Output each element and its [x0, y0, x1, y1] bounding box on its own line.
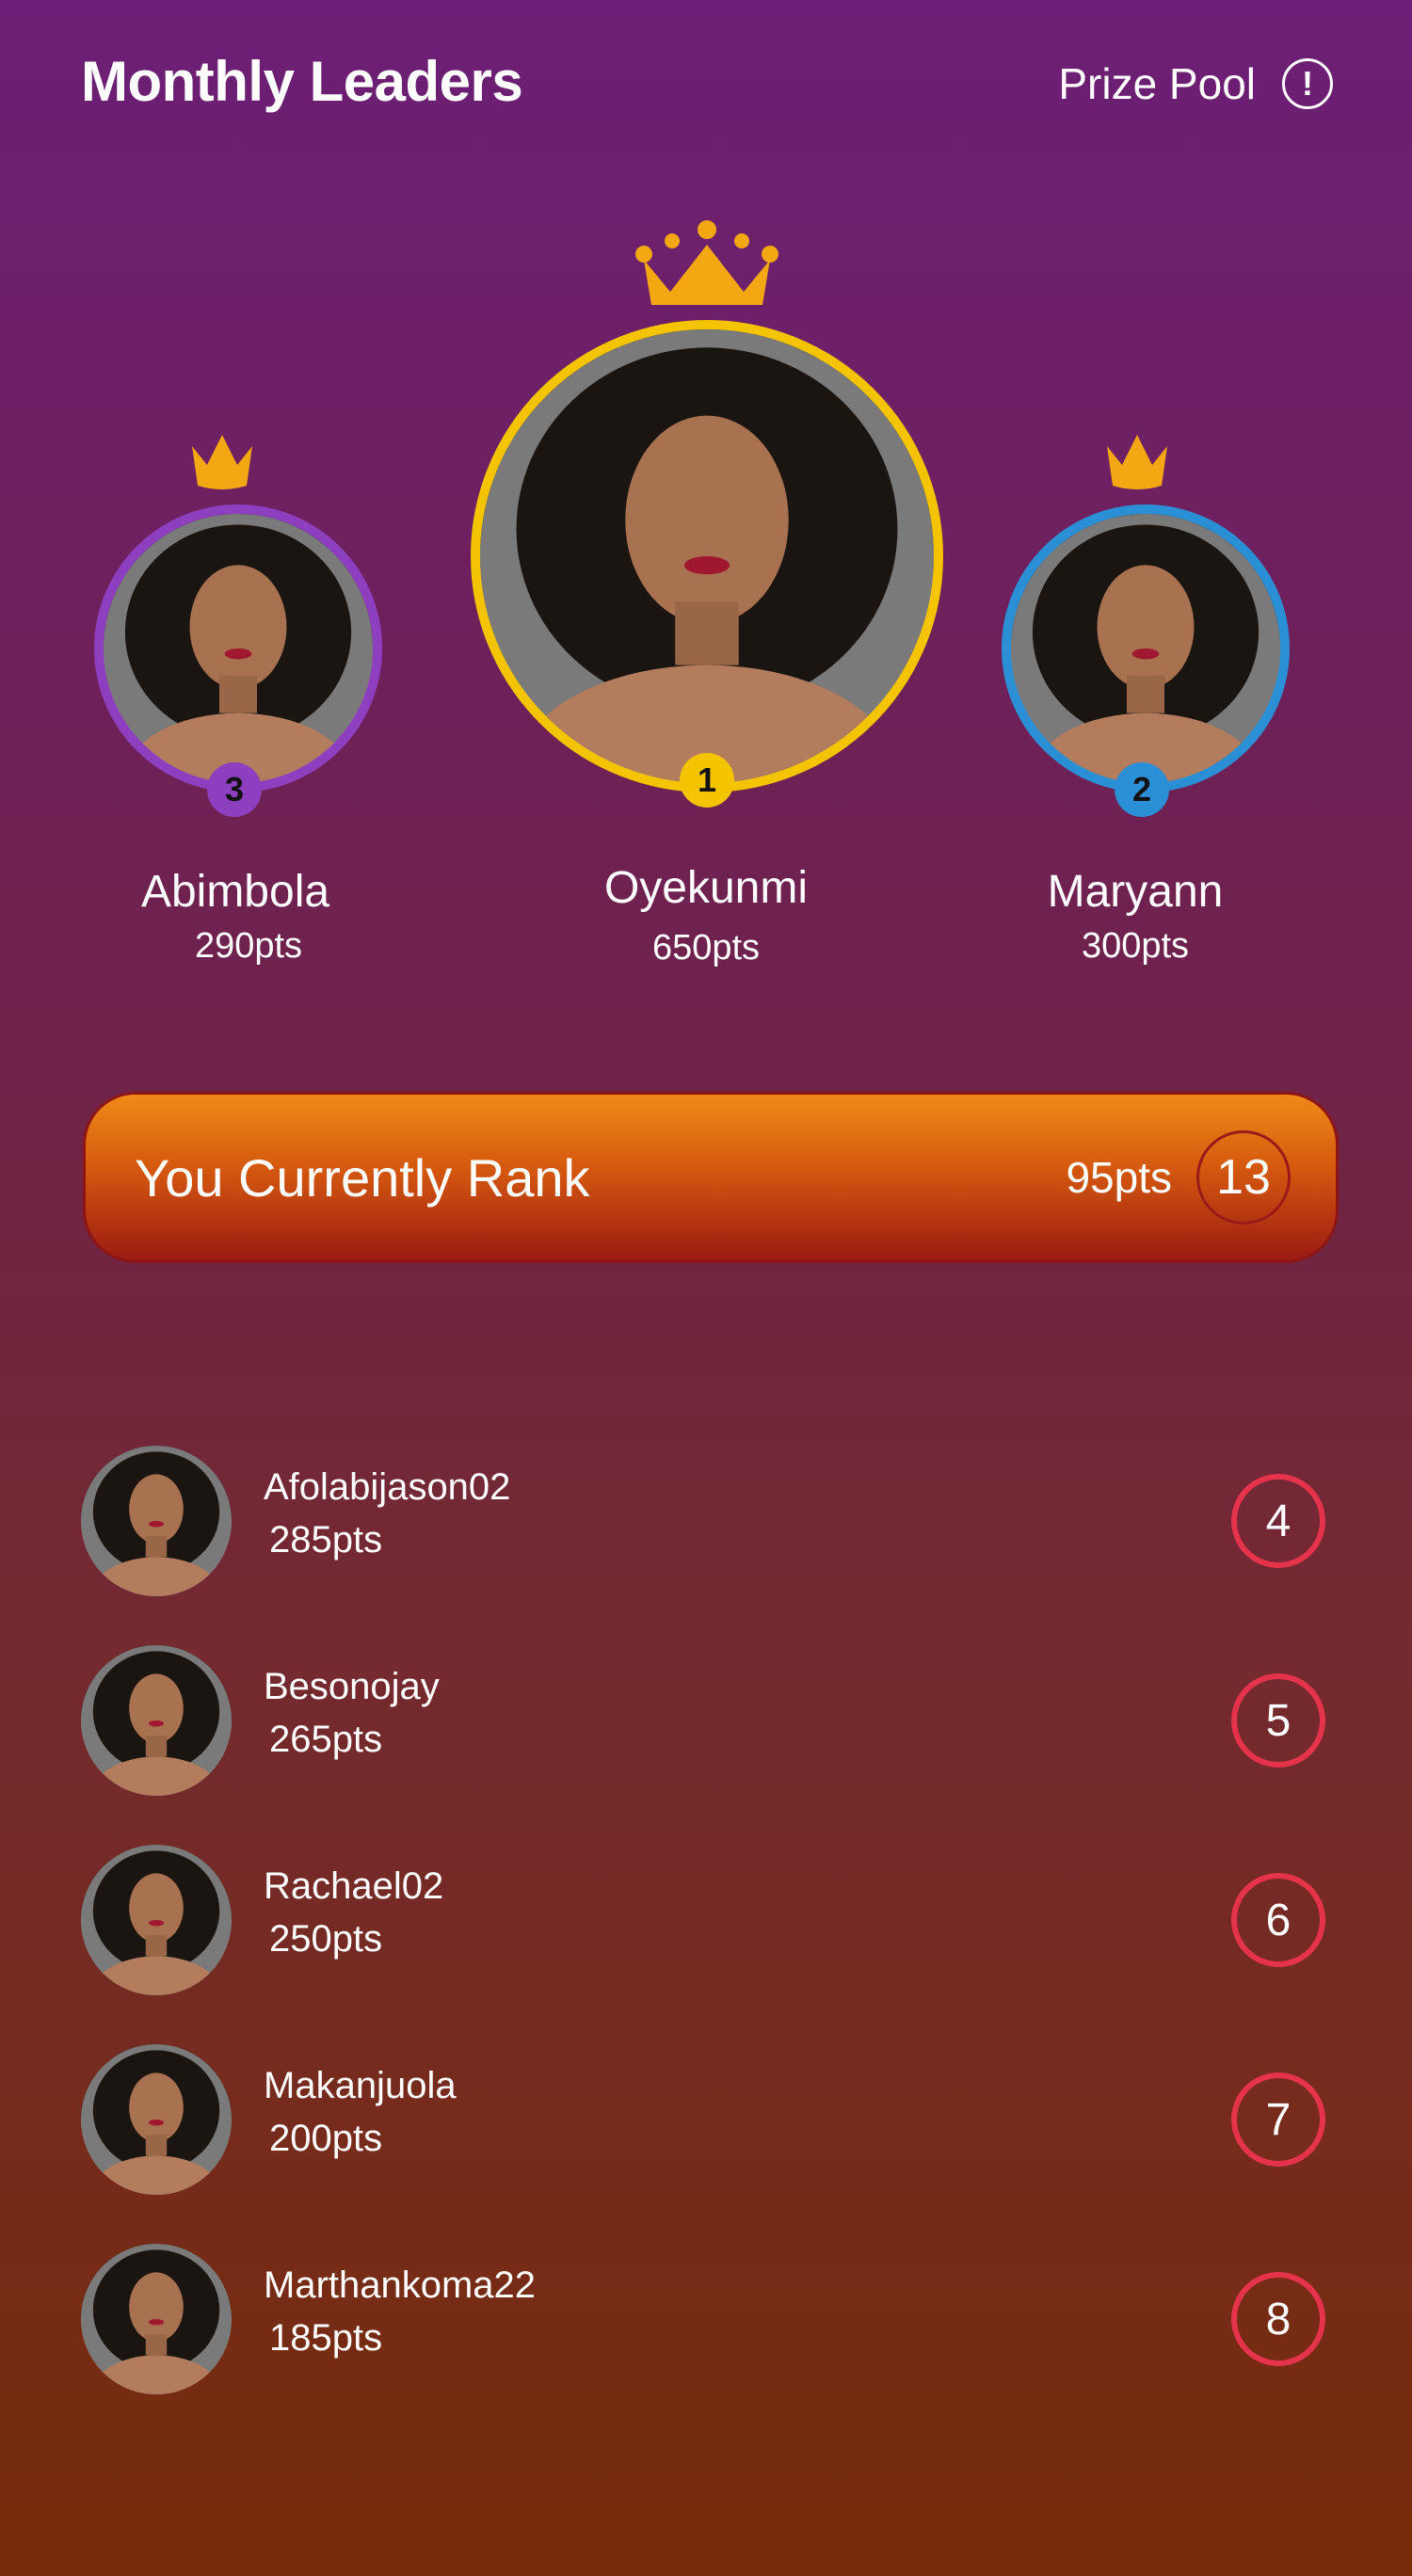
- crown-icon: [192, 435, 252, 489]
- user-points: 265pts: [269, 1719, 383, 1760]
- avatar-third-place[interactable]: [94, 504, 382, 792]
- rank-number: 6: [1231, 1873, 1325, 1967]
- crown-icon: [635, 220, 778, 305]
- rank-number: 4: [1231, 1474, 1325, 1568]
- current-rank-number: 13: [1196, 1130, 1291, 1224]
- rank-badge-second: 2: [1115, 762, 1169, 817]
- username: Rachael02: [264, 1865, 444, 1907]
- user-points: 200pts: [269, 2118, 383, 2159]
- list-item[interactable]: Besonojay 265pts 5: [81, 1645, 1339, 1801]
- rank-number: 8: [1231, 2272, 1325, 2366]
- user-points: 185pts: [269, 2317, 383, 2359]
- username: Besonojay: [264, 1666, 440, 1707]
- podium-name-third: Abimbola: [140, 867, 330, 917]
- list-item[interactable]: Rachael02 250pts 6: [81, 1845, 1339, 2001]
- username: Marthankoma22: [264, 2264, 537, 2306]
- list-item[interactable]: Makanjuola 200pts 7: [81, 2044, 1339, 2200]
- podium-points-second: 300pts: [1081, 926, 1190, 966]
- prize-pool-button[interactable]: Prize Pool !: [1058, 58, 1333, 109]
- avatar: [81, 1446, 232, 1596]
- avatar: [81, 2244, 232, 2394]
- avatar: [81, 1845, 232, 1995]
- avatar: [81, 2044, 232, 2195]
- prize-pool-label: Prize Pool: [1058, 59, 1256, 108]
- username: Afolabijason02: [264, 1466, 511, 1508]
- current-rank-points: 95pts: [1066, 1153, 1172, 1202]
- podium-points-third: 290pts: [194, 926, 303, 966]
- podium-name-second: Maryann: [1047, 867, 1224, 917]
- current-rank-label: You Currently Rank: [135, 1147, 590, 1208]
- rank-badge-third: 3: [207, 762, 262, 817]
- avatar-first-place[interactable]: [471, 320, 943, 792]
- rank-number: 7: [1231, 2072, 1325, 2167]
- info-icon[interactable]: !: [1282, 58, 1333, 109]
- current-rank-bar[interactable]: You Currently Rank 95pts 13: [83, 1092, 1339, 1263]
- page-title: Monthly Leaders: [81, 50, 523, 113]
- username: Makanjuola: [264, 2065, 457, 2106]
- list-item[interactable]: Afolabijason02 285pts 4: [81, 1446, 1339, 1602]
- avatar-second-place[interactable]: [1002, 504, 1290, 792]
- list-item[interactable]: Marthankoma22 185pts 8: [81, 2244, 1339, 2400]
- rank-badge-first: 1: [680, 753, 734, 808]
- rank-number: 5: [1231, 1673, 1325, 1768]
- podium-name-first: Oyekunmi: [603, 863, 809, 913]
- crown-icon: [1107, 435, 1167, 489]
- podium-points-first: 650pts: [651, 928, 761, 968]
- user-points: 250pts: [269, 1918, 383, 1960]
- avatar: [81, 1645, 232, 1796]
- user-points: 285pts: [269, 1519, 383, 1560]
